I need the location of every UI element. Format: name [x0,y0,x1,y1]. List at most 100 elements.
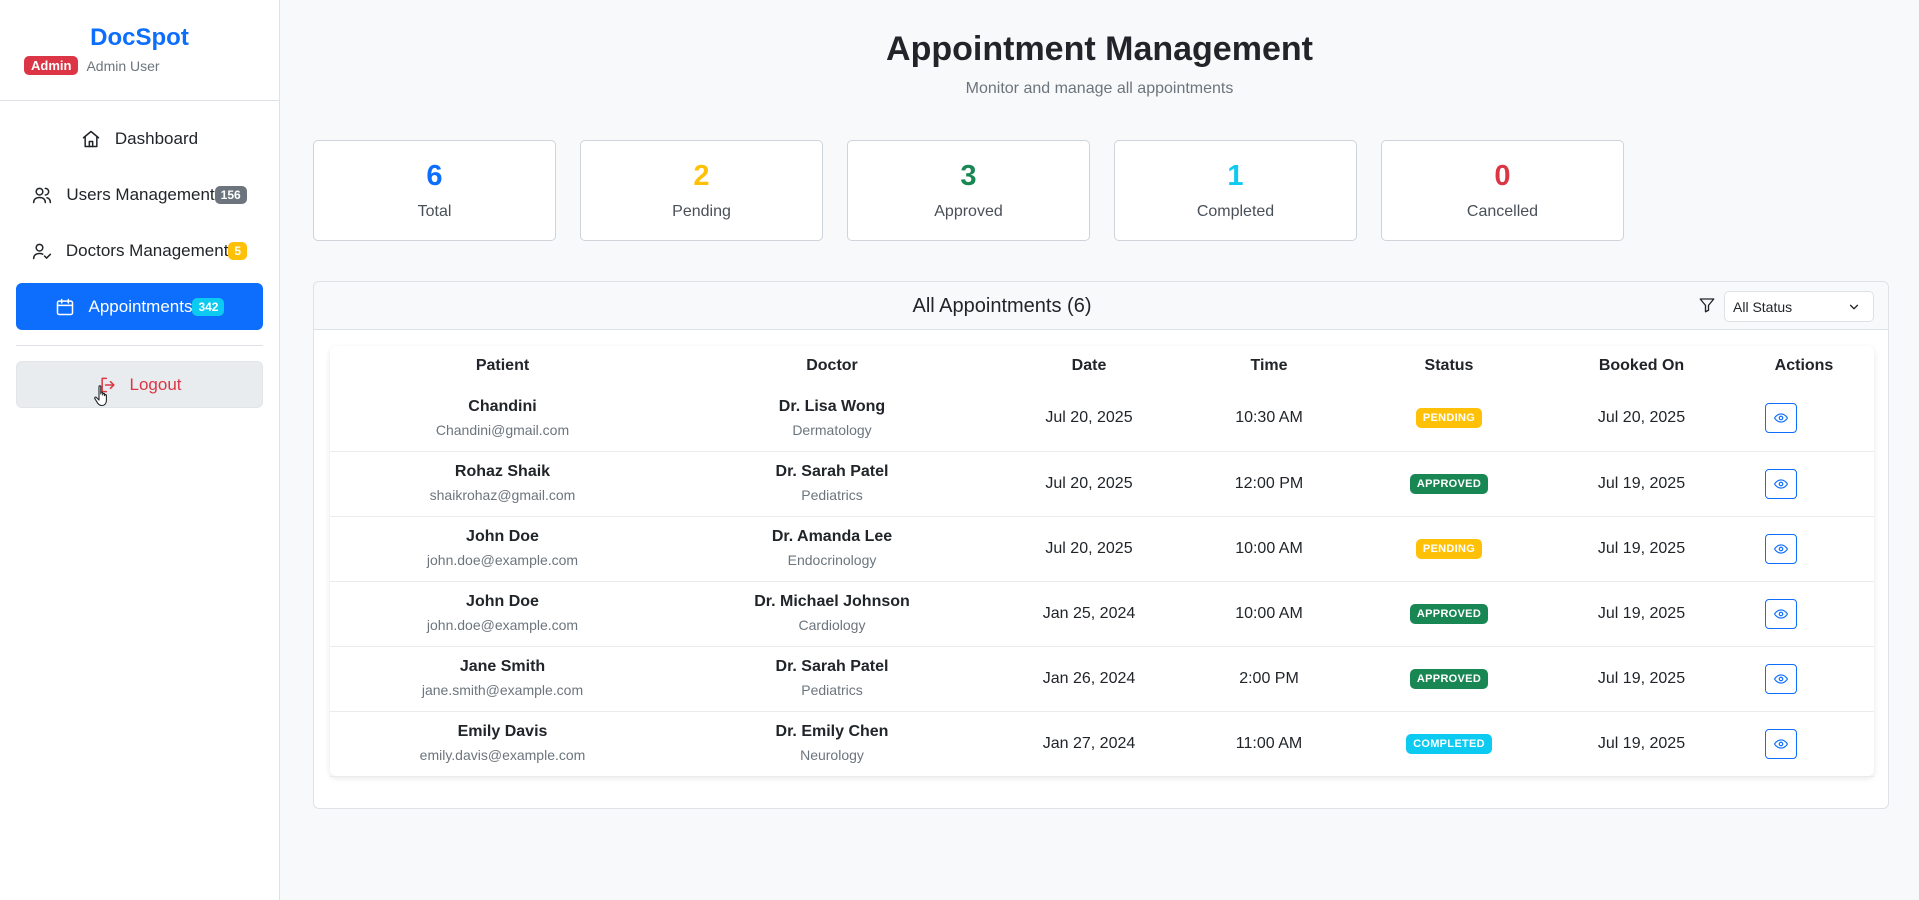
stat-label: Total [417,203,452,220]
patient-email: jane.smith@example.com [421,682,584,698]
column-header-time[interactable]: Time [1189,346,1349,386]
sidebar-item-label: Doctors Management [65,240,229,260]
doctor-cell: Dr. Emily Chen Neurology [675,710,989,777]
booked-on-cell: Jul 19, 2025 [1549,580,1734,646]
view-appointment-button[interactable] [1765,663,1797,694]
sidebar-item-label: Appointments [88,296,193,316]
doctor-name: Dr. Emily Chen [775,723,889,740]
sidebar-item-users[interactable]: Users Management 156 [16,171,263,218]
column-header-doctor[interactable]: Doctor [675,346,989,386]
doctor-specialty: Pediatrics [801,682,863,698]
patient-cell: Rohaz Shaik shaikrohaz@gmail.com [330,450,675,516]
view-appointment-button[interactable] [1765,598,1797,629]
view-appointment-button[interactable] [1765,533,1797,564]
doctor-cell: Dr. Lisa Wong Dermatology [675,386,989,451]
stat-value: 0 [1494,160,1511,192]
actions-cell [1734,515,1874,581]
main-content: Appointment Management Monitor and manag… [280,0,1919,900]
actions-cell [1734,710,1874,777]
stat-label: Approved [934,203,1003,220]
patient-cell: John Doe john.doe@example.com [330,515,675,581]
status-filter-select[interactable]: All Status [1724,291,1874,322]
stat-value: 6 [426,160,443,192]
view-appointment-button[interactable] [1765,728,1797,759]
appointments-card-header: All Appointments (6) All Status [314,282,1888,330]
date-cell: Jan 27, 2024 [989,710,1189,777]
stat-label: Completed [1196,203,1275,220]
doctor-specialty: Cardiology [798,617,866,633]
status-badge: APPROVED [1409,668,1489,689]
doctors-count-badge: 5 [228,241,248,260]
sidebar-item-label: Dashboard [114,128,199,148]
date-cell: Jul 20, 2025 [989,450,1189,516]
table-row: Jane Smith jane.smith@example.com Dr. Sa… [330,645,1874,711]
doctor-name: Dr. Sarah Patel [775,658,889,675]
view-appointment-button[interactable] [1765,403,1797,434]
actions-cell [1734,386,1874,451]
admin-info: Admin Admin User [24,56,160,75]
brand-block: DocSpot Admin Admin User [0,0,279,101]
doctor-specialty: Neurology [800,747,864,763]
time-cell: 12:00 PM [1189,450,1349,516]
doctor-name: Dr. Amanda Lee [771,528,893,545]
status-badge: APPROVED [1409,603,1489,624]
column-header-patient[interactable]: Patient [330,346,675,386]
status-cell: PENDING [1349,515,1549,581]
doctor-specialty: Dermatology [792,421,872,438]
table-row: Emily Davis emily.davis@example.com Dr. … [330,710,1874,777]
filter-icon [1699,298,1715,313]
stat-value: 1 [1227,160,1244,192]
column-header-status[interactable]: Status [1349,346,1549,386]
doctor-cell: Dr. Amanda Lee Endocrinology [675,515,989,581]
patient-email: Chandini@gmail.com [435,421,570,438]
patient-name: Emily Davis [457,723,548,740]
patient-name: Jane Smith [459,658,546,675]
booked-on-cell: Jul 19, 2025 [1549,515,1734,581]
column-header-booked-on[interactable]: Booked On [1549,346,1734,386]
date-cell: Jan 25, 2024 [989,580,1189,646]
stat-card-approved: 3 Approved [847,140,1090,241]
stat-value: 2 [693,160,710,192]
column-header-date[interactable]: Date [989,346,1189,386]
booked-on-cell: Jul 19, 2025 [1549,710,1734,777]
doctor-cell: Dr. Sarah Patel Pediatrics [675,645,989,711]
eye-icon [1774,543,1788,554]
admin-user-name: Admin User [86,57,160,74]
time-cell: 10:00 AM [1189,515,1349,581]
doctor-specialty: Endocrinology [787,552,877,568]
time-cell: 11:00 AM [1189,710,1349,777]
appointments-table-container: Patient Doctor Date Time Status Booked O… [330,346,1874,777]
appointments-table: Patient Doctor Date Time Status Booked O… [330,346,1874,777]
sidebar-item-dashboard[interactable]: Dashboard [16,115,263,162]
patient-cell: John Doe john.doe@example.com [330,580,675,646]
patient-cell: Emily Davis emily.davis@example.com [330,710,675,777]
status-cell: APPROVED [1349,645,1549,711]
stat-card-pending: 2 Pending [580,140,823,241]
patient-cell: Chandini Chandini@gmail.com [330,386,675,451]
doctor-cell: Dr. Sarah Patel Pediatrics [675,450,989,516]
patient-email: john.doe@example.com [426,617,579,633]
patient-cell: Jane Smith jane.smith@example.com [330,645,675,711]
status-badge: COMPLETED [1406,733,1492,754]
doctor-cell: Dr. Michael Johnson Cardiology [675,580,989,646]
eye-icon [1774,478,1788,489]
doctor-name: Dr. Lisa Wong [778,397,886,415]
patient-email: john.doe@example.com [426,552,579,568]
stat-card-completed: 1 Completed [1114,140,1357,241]
sidebar-item-appointments[interactable]: Appointments 342 [16,283,263,330]
status-badge: APPROVED [1409,473,1489,494]
stats-row: 6 Total 2 Pending 3 Approved 1 Completed… [313,140,1648,241]
eye-icon [1774,413,1788,423]
users-count-badge: 156 [214,185,247,204]
date-cell: Jul 20, 2025 [1045,409,1133,427]
sidebar-item-doctors[interactable]: Doctors Management 5 [16,227,263,274]
logout-button[interactable]: Logout [16,361,263,408]
home-icon [81,129,101,149]
view-appointment-button[interactable] [1765,468,1797,499]
brand-name[interactable]: DocSpot [0,24,279,52]
doctor-name: Dr. Sarah Patel [775,463,889,480]
status-badge: PENDING [1415,408,1483,429]
status-filter-value: All Status [1733,299,1793,315]
status-cell: APPROVED [1349,580,1549,646]
status-cell: APPROVED [1349,450,1549,516]
